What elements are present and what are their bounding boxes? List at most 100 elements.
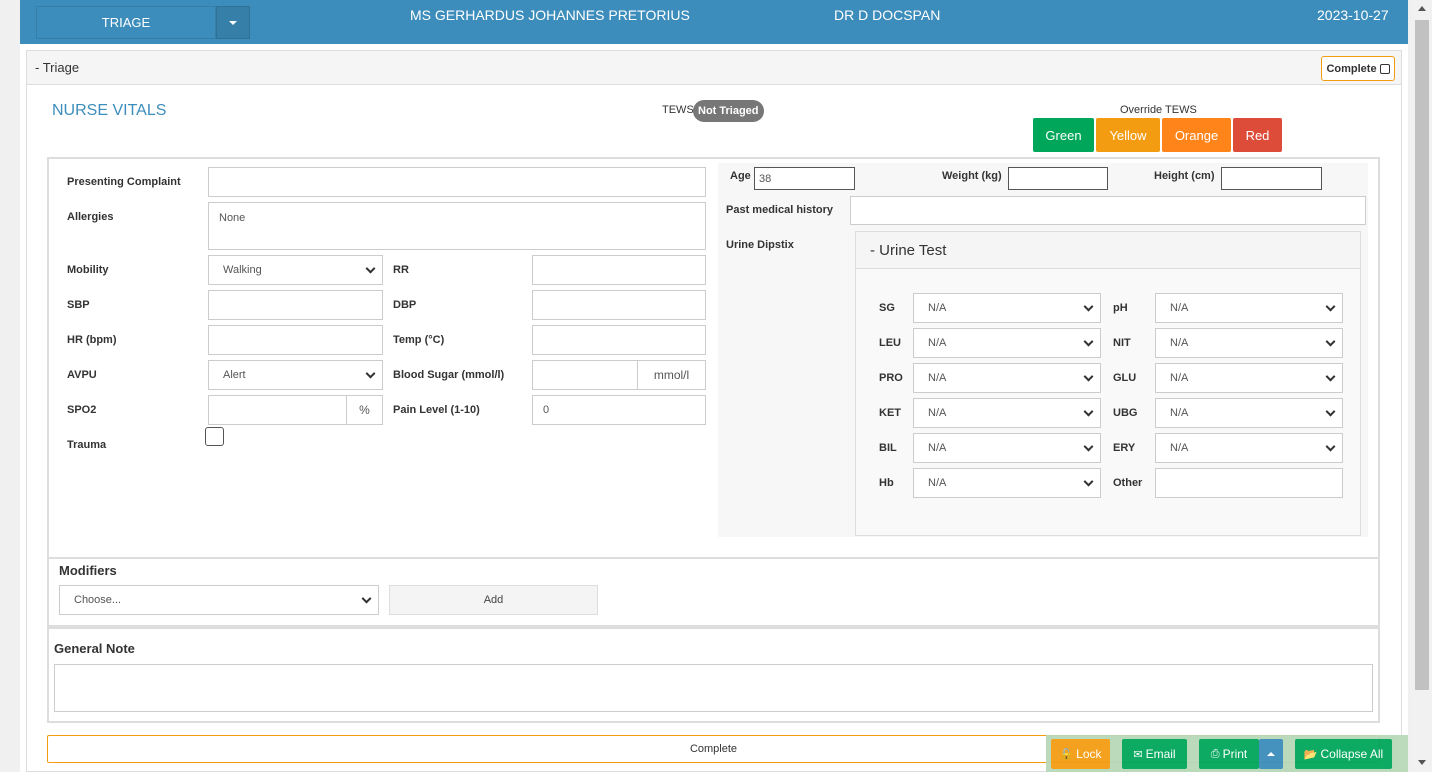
blood-sugar-input[interactable] xyxy=(532,360,638,390)
complete-checkbox[interactable]: Complete xyxy=(1321,56,1395,81)
urine-ery-label: ERY xyxy=(1113,442,1136,454)
pain-level-label: Pain Level (1-10) xyxy=(393,404,480,416)
add-modifier-button[interactable]: Add xyxy=(389,585,598,615)
collapse-all-label: Collapse All xyxy=(1320,747,1384,761)
modifiers-label: Modifiers xyxy=(59,563,117,578)
printer-icon: ⎙ xyxy=(1210,747,1220,760)
general-note-label: General Note xyxy=(54,641,135,656)
hr-label: HR (bpm) xyxy=(67,334,117,346)
allergies-textarea[interactable]: None xyxy=(208,202,706,250)
email-label: Email xyxy=(1145,747,1176,761)
urine-dipstix-label: Urine Dipstix xyxy=(726,239,794,251)
spo2-unit: % xyxy=(346,395,383,425)
email-button[interactable]: ✉ Email xyxy=(1122,739,1187,769)
urine-glu-select[interactable]: N/A xyxy=(1155,363,1343,393)
dbp-input[interactable] xyxy=(532,290,706,320)
urine-sg-label: SG xyxy=(879,302,895,314)
urine-bil-select[interactable]: N/A xyxy=(913,433,1101,463)
override-yellow-button[interactable]: Yellow xyxy=(1096,118,1160,152)
modifiers-select[interactable]: Choose... xyxy=(59,585,379,615)
scrollbar[interactable] xyxy=(1412,0,1432,772)
urine-leu-value: N/A xyxy=(928,337,947,349)
age-input[interactable]: 38 xyxy=(754,167,855,190)
scroll-up-arrow-icon[interactable] xyxy=(1418,6,1426,11)
urine-pro-select[interactable]: N/A xyxy=(913,363,1101,393)
header-date: 2023-10-27 xyxy=(1317,7,1389,23)
print-options-toggle[interactable] xyxy=(1259,739,1283,769)
sbp-input[interactable] xyxy=(208,290,383,320)
chevron-down-icon xyxy=(1083,371,1094,382)
chevron-down-icon xyxy=(1325,371,1336,382)
tews-status-badge: Not Triaged xyxy=(693,100,764,122)
spo2-input[interactable] xyxy=(208,395,347,425)
mobility-select[interactable]: Walking xyxy=(208,255,383,285)
override-green-button[interactable]: Green xyxy=(1033,118,1094,152)
urine-other-input[interactable] xyxy=(1155,468,1343,498)
pain-level-input[interactable]: 0 xyxy=(532,395,706,425)
presenting-complaint-label: Presenting Complaint xyxy=(67,176,181,188)
urine-ket-label: KET xyxy=(879,407,901,419)
chevron-down-icon xyxy=(1083,441,1094,452)
chevron-down-icon xyxy=(1325,301,1336,312)
urine-ubg-select[interactable]: N/A xyxy=(1155,398,1343,428)
chevron-down-icon xyxy=(1083,336,1094,347)
top-bar: TRIAGE MS GERHARDUS JOHANNES PRETORIUS D… xyxy=(20,0,1408,44)
presenting-complaint-input[interactable] xyxy=(208,167,706,197)
folder-open-icon: 📂 xyxy=(1303,748,1318,761)
patient-name: MS GERHARDUS JOHANNES PRETORIUS xyxy=(410,7,690,23)
scroll-thumb[interactable] xyxy=(1415,20,1429,690)
override-red-button[interactable]: Red xyxy=(1233,118,1282,152)
urine-leu-select[interactable]: N/A xyxy=(913,328,1101,358)
sbp-label: SBP xyxy=(67,299,90,311)
urine-other-label: Other xyxy=(1113,477,1143,489)
urine-ket-select[interactable]: N/A xyxy=(913,398,1101,428)
temp-input[interactable] xyxy=(532,325,706,355)
complete-checkbox-label: Complete xyxy=(1326,62,1377,75)
rr-input[interactable] xyxy=(532,255,706,285)
age-label: Age xyxy=(730,170,751,182)
trauma-checkbox[interactable] xyxy=(205,427,224,446)
page: TRIAGE MS GERHARDUS JOHANNES PRETORIUS D… xyxy=(20,0,1408,772)
panel-title[interactable]: - Triage xyxy=(35,60,79,75)
general-note-textarea[interactable] xyxy=(54,664,1373,712)
past-medical-history-input[interactable] xyxy=(850,196,1366,225)
chevron-down-icon xyxy=(361,593,372,604)
print-button[interactable]: ⎙ Print xyxy=(1199,739,1259,769)
urine-nit-select[interactable]: N/A xyxy=(1155,328,1343,358)
override-tews-label: Override TEWS xyxy=(1120,104,1197,116)
urine-ery-select[interactable]: N/A xyxy=(1155,433,1343,463)
checkbox-icon[interactable] xyxy=(1379,63,1390,74)
trauma-label: Trauma xyxy=(67,439,107,451)
section-dropdown-button[interactable]: TRIAGE xyxy=(36,6,216,39)
urine-pro-label: PRO xyxy=(879,372,903,384)
chevron-down-icon xyxy=(365,263,376,274)
rr-label: RR xyxy=(393,264,409,276)
panel-header[interactable]: - Triage Complete xyxy=(27,51,1401,85)
height-input[interactable] xyxy=(1221,167,1322,190)
chevron-down-icon xyxy=(1083,301,1094,312)
mobility-label: Mobility xyxy=(67,264,109,276)
scroll-down-arrow-icon[interactable] xyxy=(1418,760,1426,765)
section-heading: NURSE VITALS xyxy=(52,102,167,119)
urine-glu-value: N/A xyxy=(1170,372,1189,384)
override-orange-button[interactable]: Orange xyxy=(1162,118,1231,152)
hr-input[interactable] xyxy=(208,325,383,355)
weight-input[interactable] xyxy=(1008,167,1108,190)
tews-label: TEWS xyxy=(662,104,694,116)
urine-ph-select[interactable]: N/A xyxy=(1155,293,1343,323)
urine-sg-select[interactable]: N/A xyxy=(913,293,1101,323)
urine-sg-value: N/A xyxy=(928,302,947,314)
chevron-down-icon xyxy=(1325,406,1336,417)
urine-test-header[interactable]: - Urine Test xyxy=(856,232,1360,269)
lock-label: Lock xyxy=(1076,747,1102,761)
avpu-label: AVPU xyxy=(67,369,97,381)
urine-hb-select[interactable]: N/A xyxy=(913,468,1101,498)
urine-ubg-value: N/A xyxy=(1170,407,1189,419)
doctor-name: DR D DOCSPAN xyxy=(834,7,941,23)
urine-ket-value: N/A xyxy=(928,407,947,419)
collapse-all-button[interactable]: 📂 Collapse All xyxy=(1295,739,1392,769)
avpu-select[interactable]: Alert xyxy=(208,360,383,390)
lock-button[interactable]: 🔓 Lock xyxy=(1051,739,1110,769)
section-dropdown-toggle[interactable] xyxy=(216,6,250,39)
avpu-value: Alert xyxy=(223,369,246,381)
